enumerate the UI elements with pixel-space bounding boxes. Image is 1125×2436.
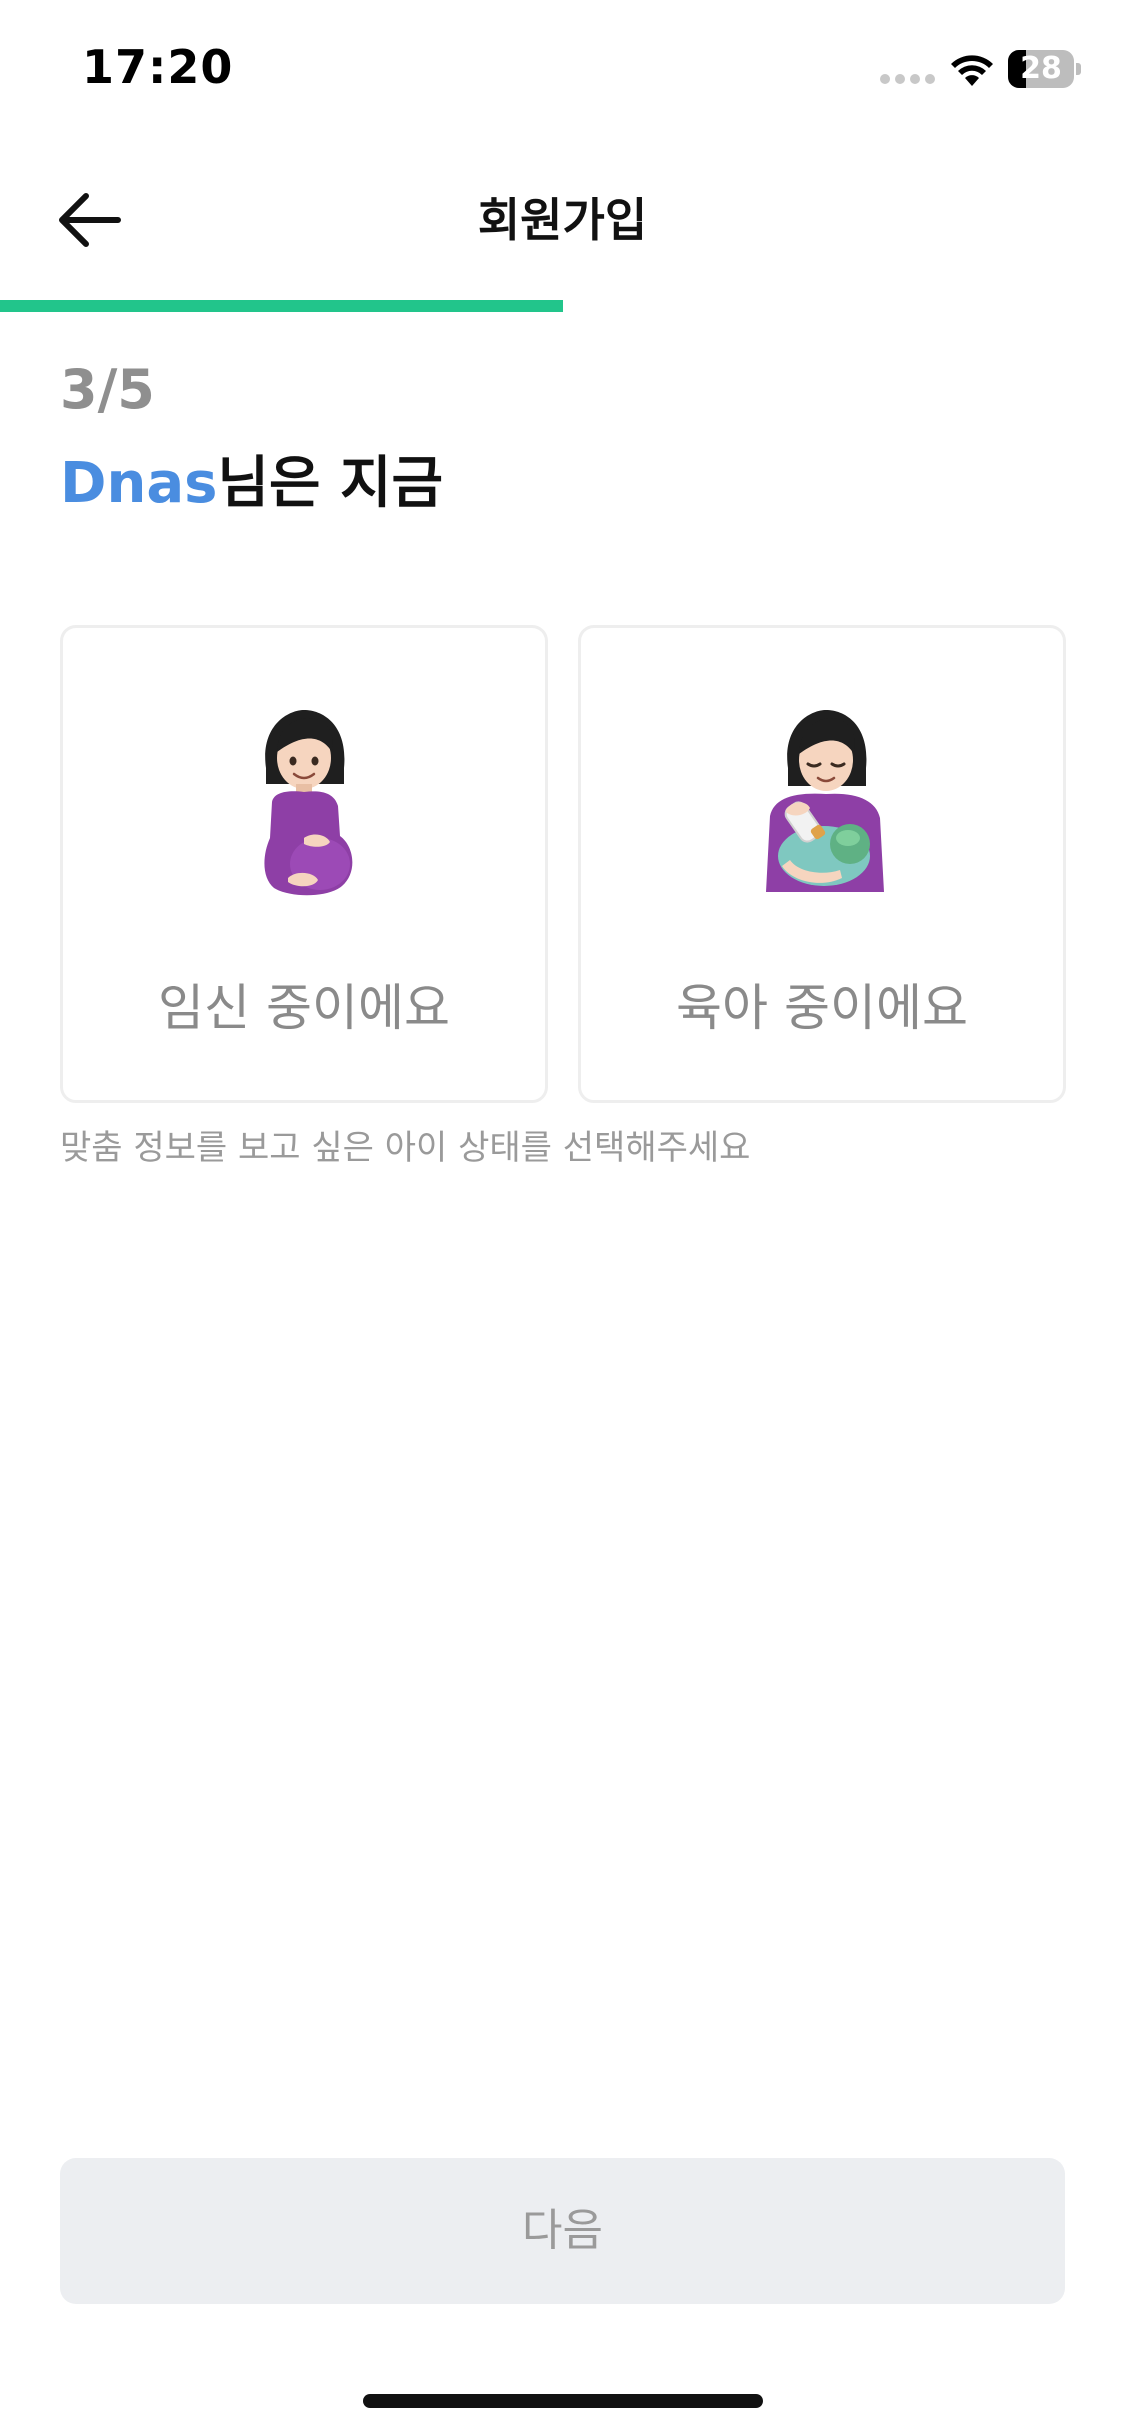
battery-icon: 28 bbox=[1008, 50, 1081, 88]
question-heading: Dnas님은 지금 bbox=[60, 438, 443, 519]
next-button[interactable]: 다음 bbox=[60, 2158, 1065, 2304]
home-indicator bbox=[363, 2394, 763, 2408]
back-button[interactable] bbox=[44, 182, 134, 258]
pregnant-woman-icon bbox=[63, 706, 545, 906]
status-bar: 17:20 28 bbox=[0, 0, 1125, 140]
signal-dots-icon bbox=[880, 74, 936, 84]
battery-level: 28 bbox=[1020, 51, 1062, 86]
arrow-left-icon bbox=[59, 193, 121, 247]
option-childcare-card[interactable]: 육아 중이에요 bbox=[578, 625, 1066, 1103]
wifi-icon bbox=[951, 55, 993, 86]
header: 회원가입 bbox=[0, 160, 1125, 280]
question-suffix: 님은 지금 bbox=[217, 451, 444, 516]
option-pregnant-label: 임신 중이에요 bbox=[158, 979, 450, 1037]
progress-fill bbox=[0, 300, 563, 312]
option-pregnant-card[interactable]: 임신 중이에요 bbox=[60, 625, 548, 1103]
helper-text: 맞춤 정보를 보고 싶은 아이 상태를 선택해주세요 bbox=[60, 1128, 751, 1168]
status-time: 17:20 bbox=[82, 40, 234, 94]
progress-bar bbox=[0, 300, 1125, 312]
step-indicator: 3/5 bbox=[60, 358, 155, 421]
breastfeeding-icon bbox=[581, 706, 1063, 906]
page-title: 회원가입 bbox=[477, 193, 648, 247]
option-childcare-label: 육아 중이에요 bbox=[676, 979, 968, 1037]
user-name: Dnas bbox=[60, 451, 218, 516]
